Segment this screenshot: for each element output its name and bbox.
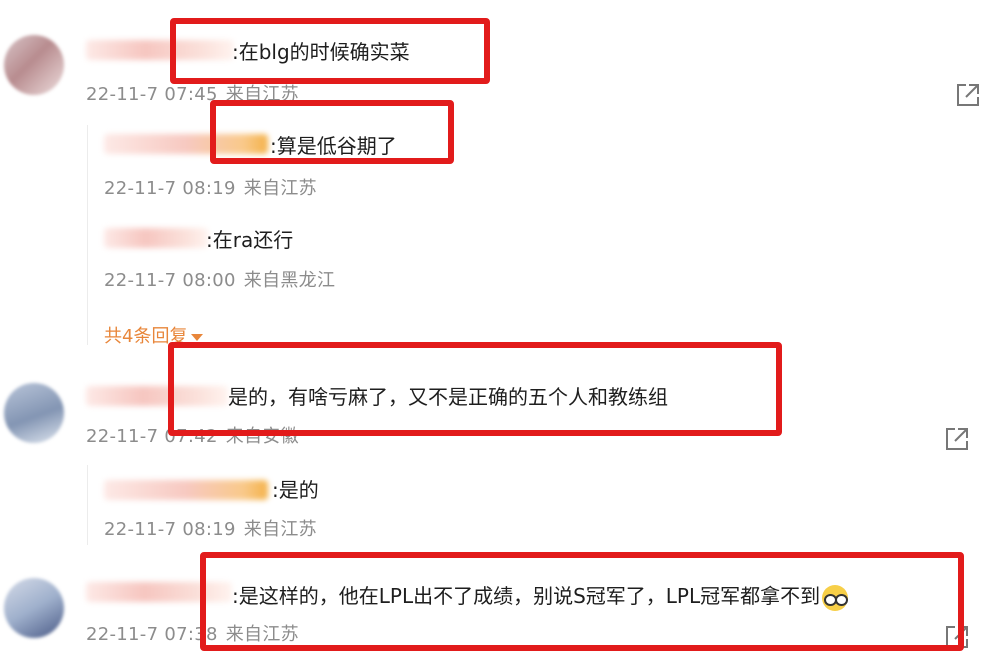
- timestamp: 22-11-7 08:00: [104, 270, 236, 291]
- reply-username-blurred[interactable]: [104, 134, 268, 154]
- comment-meta: 22-11-7 07:42 来自安徽: [86, 426, 299, 448]
- reply-text: :在ra还行: [206, 228, 294, 252]
- username-blurred[interactable]: [86, 386, 228, 406]
- glasses-emoji-icon: [822, 584, 849, 611]
- reply-text: :是的: [272, 478, 319, 502]
- reply-text: :算是低谷期了: [270, 134, 397, 158]
- location: 来自安徽: [225, 426, 299, 447]
- comment-text: 是的，有啥亏麻了，又不是正确的五个人和教练组: [228, 385, 668, 409]
- avatar[interactable]: [4, 383, 64, 443]
- reply-username-blurred[interactable]: [104, 228, 208, 248]
- location: 来自黑龙江: [243, 270, 336, 291]
- timestamp: 22-11-7 08:19: [104, 178, 236, 199]
- reply-meta: 22-11-7 08:00 来自黑龙江: [104, 270, 335, 292]
- reply-username-blurred[interactable]: [104, 480, 268, 500]
- username-blurred[interactable]: [86, 582, 232, 602]
- share-icon[interactable]: [944, 426, 970, 452]
- location: 来自江苏: [243, 519, 317, 540]
- avatar[interactable]: [4, 35, 64, 95]
- reply-thread-line: [87, 465, 88, 545]
- location: 来自江苏: [225, 84, 299, 105]
- comment-meta: 22-11-7 07:38 来自江苏: [86, 624, 299, 646]
- reply-meta: 22-11-7 08:19 来自江苏: [104, 178, 317, 200]
- location: 来自江苏: [225, 624, 299, 645]
- comment-meta: 22-11-7 07:45 来自江苏: [86, 84, 299, 106]
- share-icon[interactable]: [955, 82, 981, 108]
- more-replies-link[interactable]: 共4条回复: [104, 322, 204, 348]
- share-icon[interactable]: [944, 624, 970, 650]
- chevron-down-icon: [191, 333, 204, 341]
- timestamp: 22-11-7 07:42: [86, 426, 218, 447]
- comment-text: :在blg的时候确实菜: [232, 40, 410, 64]
- comment-text: :是这样的，他在LPL出不了成绩，别说S冠军了，LPL冠军都拿不到: [232, 583, 849, 611]
- timestamp: 22-11-7 07:38: [86, 624, 218, 645]
- username-blurred[interactable]: [86, 40, 234, 60]
- reply-meta: 22-11-7 08:19 来自江苏: [104, 519, 317, 541]
- reply-thread-line: [87, 125, 88, 345]
- timestamp: 22-11-7 08:19: [104, 519, 236, 540]
- timestamp: 22-11-7 07:45: [86, 84, 218, 105]
- location: 来自江苏: [243, 178, 317, 199]
- avatar[interactable]: [4, 578, 64, 638]
